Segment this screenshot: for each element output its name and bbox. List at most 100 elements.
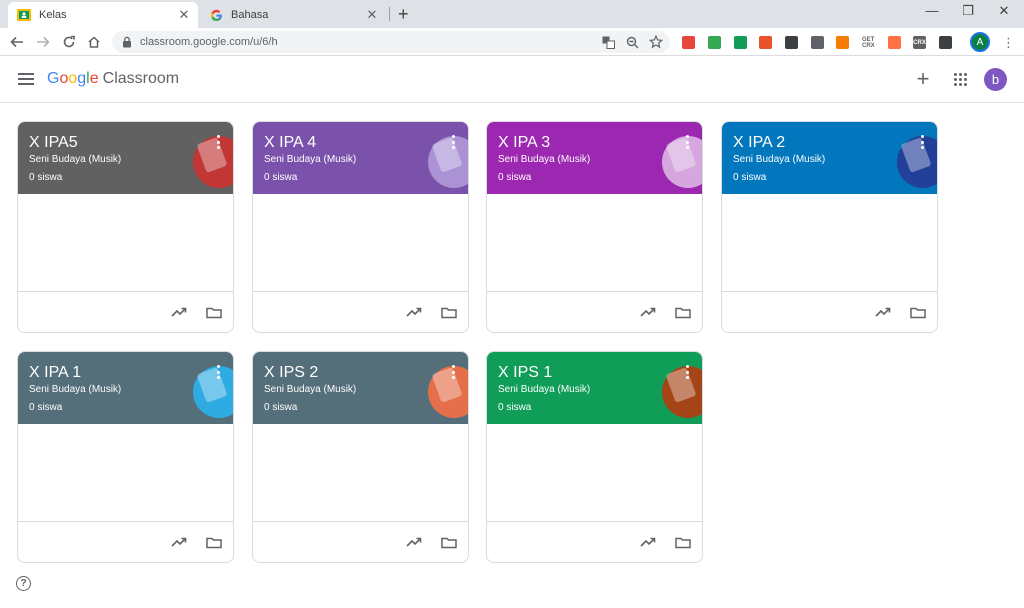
course-card-header[interactable]: X IPS 2 Seni Budaya (Musik) 0 siswa [253,352,468,424]
help-icon[interactable]: ? [16,576,31,591]
translate-icon[interactable] [598,32,618,52]
tab-separator [389,7,390,21]
reload-icon[interactable] [59,32,79,52]
folder-icon[interactable] [441,304,457,320]
folder-icon[interactable] [441,534,457,550]
google-apps-icon[interactable] [954,73,968,87]
course-card-footer [722,291,937,332]
minimize-icon[interactable]: — [914,3,950,18]
course-options-icon[interactable] [217,135,221,149]
ext-10-icon[interactable]: CRX [913,36,926,49]
course-section: Seni Budaya (Musik) [264,154,357,165]
forward-icon[interactable] [33,32,53,52]
student-count: 0 siswa [264,402,298,413]
folder-icon[interactable] [910,304,926,320]
course-card[interactable]: X IPA 4 Seni Budaya (Musik) 0 siswa [252,121,469,333]
ext-1-icon[interactable] [682,36,695,49]
logo-letter: o [68,70,78,87]
trending-up-icon[interactable] [640,304,656,320]
close-window-icon[interactable]: ✕ [986,3,1022,19]
trending-up-icon[interactable] [171,534,187,550]
trending-up-icon[interactable] [406,304,422,320]
course-card[interactable]: X IPA 3 Seni Budaya (Musik) 0 siswa [486,121,703,333]
course-card-header[interactable]: X IPA 3 Seni Budaya (Musik) 0 siswa [487,122,702,194]
course-title[interactable]: X IPA5 [29,134,78,152]
course-options-icon[interactable] [452,365,456,379]
folder-icon[interactable] [675,534,691,550]
student-count: 0 siswa [498,402,532,413]
course-section: Seni Budaya (Musik) [733,154,826,165]
course-title[interactable]: X IPA 2 [733,134,785,152]
restore-icon[interactable]: ❐ [950,3,986,19]
ext-4-icon[interactable] [759,36,772,49]
course-options-icon[interactable] [452,135,456,149]
ext-9-icon[interactable] [888,36,901,49]
course-card[interactable]: X IPS 1 Seni Budaya (Musik) 0 siswa [486,351,703,563]
ext-3-icon[interactable] [734,36,747,49]
course-title[interactable]: X IPA 4 [264,134,316,152]
course-illustration-icon [662,366,702,418]
trending-up-icon[interactable] [640,534,656,550]
student-count: 0 siswa [29,172,63,183]
course-illustration-icon [193,366,233,418]
course-title[interactable]: X IPS 2 [264,364,318,382]
course-title[interactable]: X IPA 1 [29,364,81,382]
folder-icon[interactable] [206,534,222,550]
close-tab-icon[interactable]: ✕ [174,7,194,23]
folder-icon[interactable] [206,304,222,320]
bookmark-star-icon[interactable] [646,32,666,52]
course-section: Seni Budaya (Musik) [29,154,122,165]
ext-2-icon[interactable] [708,36,721,49]
browser-menu-icon[interactable]: ⋮ [1002,35,1015,51]
google-classroom-logo[interactable]: G o o g l e Classroom [47,70,179,88]
tab-title: Kelas [39,9,67,21]
ext-11-icon[interactable] [939,36,952,49]
url-text: classroom.google.com/u/6/h [140,36,278,48]
ext-7-icon[interactable] [836,36,849,49]
course-title[interactable]: X IPA 3 [498,134,550,152]
lock-icon [122,36,134,48]
course-card-footer [487,521,702,562]
browser-tab-kelas[interactable]: Kelas ✕ [8,2,198,28]
product-name: Classroom [102,70,180,87]
ext-6-icon[interactable] [811,36,824,49]
course-options-icon[interactable] [686,365,690,379]
trending-up-icon[interactable] [406,534,422,550]
student-count: 0 siswa [498,172,532,183]
logo-letter: G [47,70,60,87]
ext-8-icon[interactable]: GET CRX [862,36,875,49]
course-card-header[interactable]: X IPA 1 Seni Budaya (Musik) 0 siswa [18,352,233,424]
course-card-header[interactable]: X IPA 4 Seni Budaya (Musik) 0 siswa [253,122,468,194]
browser-tab-bahasa[interactable]: Bahasa ✕ [200,2,386,28]
zoom-icon[interactable] [622,32,642,52]
address-bar[interactable]: classroom.google.com/u/6/h [112,31,670,53]
course-card-footer [253,291,468,332]
course-card[interactable]: X IPA 2 Seni Budaya (Musik) 0 siswa [721,121,938,333]
course-card-header[interactable]: X IPA 2 Seni Budaya (Musik) 0 siswa [722,122,937,194]
course-card-header[interactable]: X IPA5 Seni Budaya (Musik) 0 siswa [18,122,233,194]
user-avatar[interactable]: b [984,68,1007,91]
ext-5-icon[interactable] [785,36,798,49]
close-tab-icon[interactable]: ✕ [362,7,382,23]
student-count: 0 siswa [29,402,63,413]
folder-icon[interactable] [675,304,691,320]
course-card[interactable]: X IPS 2 Seni Budaya (Musik) 0 siswa [252,351,469,563]
new-tab-icon[interactable]: + [398,4,409,24]
back-icon[interactable] [7,32,27,52]
course-options-icon[interactable] [921,135,925,149]
course-section: Seni Budaya (Musik) [498,154,591,165]
course-options-icon[interactable] [686,135,690,149]
trending-up-icon[interactable] [875,304,891,320]
course-card[interactable]: X IPA 1 Seni Budaya (Musik) 0 siswa [17,351,234,563]
browser-profile-avatar[interactable]: A [970,32,990,52]
course-title[interactable]: X IPS 1 [498,364,552,382]
main-menu-icon[interactable] [18,73,34,87]
create-or-join-class-button[interactable]: + [912,68,934,90]
course-options-icon[interactable] [217,365,221,379]
course-illustration-icon [428,366,468,418]
home-icon[interactable] [84,32,104,52]
course-illustration-icon [662,136,702,188]
course-card-header[interactable]: X IPS 1 Seni Budaya (Musik) 0 siswa [487,352,702,424]
trending-up-icon[interactable] [171,304,187,320]
course-card[interactable]: X IPA5 Seni Budaya (Musik) 0 siswa [17,121,234,333]
